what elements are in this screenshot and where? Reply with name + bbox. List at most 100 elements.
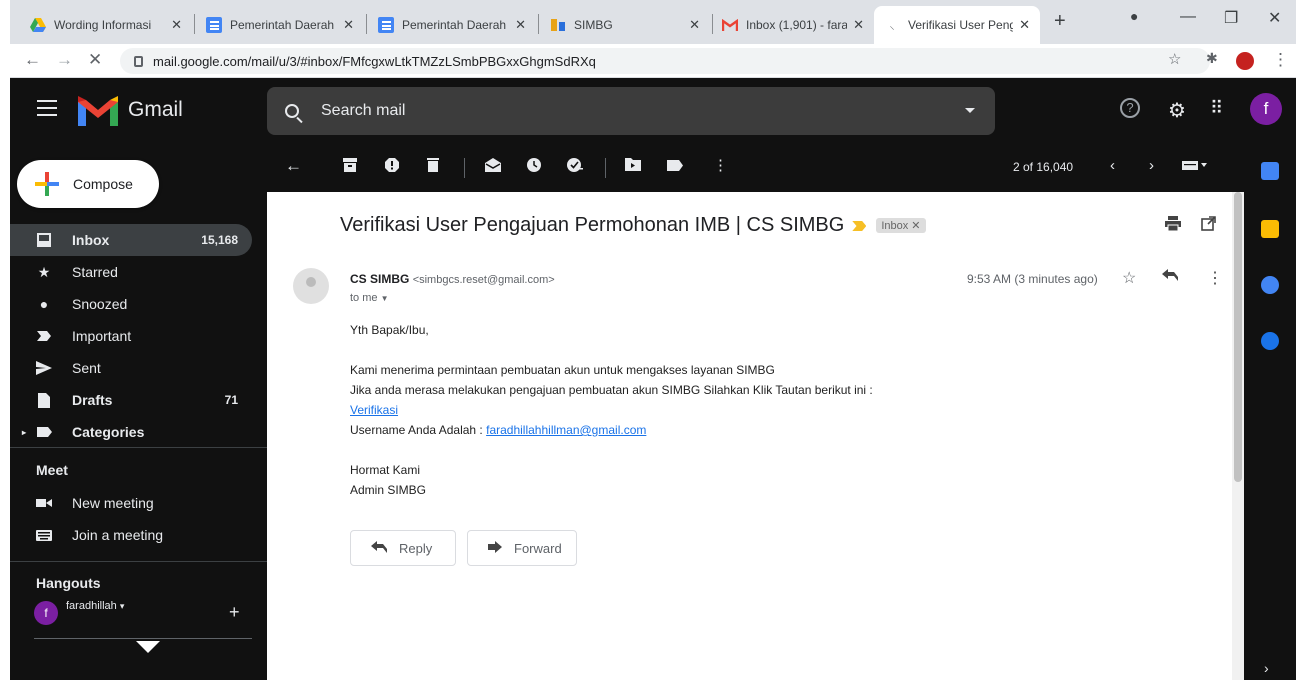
compose-label: Compose — [73, 176, 133, 192]
hangouts-tab-indicator-icon[interactable] — [136, 641, 160, 653]
close-icon[interactable]: ✕ — [171, 17, 182, 33]
search-icon[interactable] — [285, 104, 299, 118]
report-spam-icon[interactable] — [385, 158, 399, 176]
hangouts-heading: Hangouts — [36, 575, 101, 591]
tasks-icon[interactable] — [1261, 276, 1279, 294]
bookmark-star-icon[interactable]: ☆ — [1168, 50, 1181, 68]
browser-tab[interactable]: Wording Informasi ✕ — [20, 6, 192, 44]
forward-arrow-icon[interactable]: → — [56, 50, 73, 70]
reply-arrow-icon[interactable] — [1162, 268, 1178, 286]
search-options-icon[interactable] — [965, 108, 975, 113]
browser-tab[interactable]: SIMBG ✕ — [540, 6, 710, 44]
older-chevron-right-icon[interactable]: › — [1149, 157, 1154, 174]
message-scrollbar[interactable] — [1232, 192, 1244, 680]
apps-grid-icon[interactable]: ⠿ — [1210, 98, 1223, 119]
browser-tab[interactable]: Inbox (1,901) - fara ✕ — [712, 6, 874, 44]
label-icon — [36, 424, 52, 440]
important-marker-icon[interactable] — [852, 221, 867, 231]
labels-icon[interactable] — [667, 158, 683, 175]
expand-arrow-icon[interactable]: ▸ — [22, 428, 26, 437]
new-tab-button[interactable]: + — [1054, 10, 1066, 33]
search-input[interactable]: Search mail — [321, 102, 405, 120]
close-icon[interactable]: ✕ — [853, 17, 864, 33]
move-to-icon[interactable] — [625, 158, 641, 175]
profile-menu-icon[interactable]: ● — [1130, 8, 1138, 24]
compose-button[interactable]: Compose — [17, 160, 159, 208]
settings-gear-icon[interactable]: ⚙ — [1168, 98, 1186, 123]
address-toolbar: ← → ✕ mail.google.com/mail/u/3/#inbox/FM… — [10, 44, 1296, 78]
gmail-header: Gmail Search mail ? ⚙ ⠿ f — [10, 78, 1296, 144]
contacts-icon[interactable] — [1261, 332, 1279, 350]
archive-icon[interactable] — [343, 158, 357, 176]
sidebar-item-snoozed[interactable]: ● Snoozed — [10, 288, 252, 320]
delete-icon[interactable] — [427, 158, 439, 176]
sidebar-item-drafts[interactable]: Drafts 71 — [10, 384, 252, 416]
help-icon[interactable]: ? — [1120, 98, 1140, 118]
sidebar-item-categories[interactable]: ▸ Categories — [10, 416, 252, 448]
address-bar[interactable]: mail.google.com/mail/u/3/#inbox/FMfcgxwL… — [120, 48, 1210, 74]
hangouts-user-menu[interactable]: faradhillah ▾ — [66, 600, 124, 612]
sidebar-item-starred[interactable]: ★ Starred — [10, 256, 252, 288]
browser-window: Wording Informasi ✕ Pemerintah Daerah ✕ … — [10, 0, 1296, 680]
verification-link[interactable]: Verifikasi — [350, 403, 398, 417]
close-icon[interactable]: ✕ — [343, 17, 354, 33]
profile-avatar-icon[interactable] — [1236, 52, 1254, 70]
extensions-puzzle-icon[interactable]: ✱ — [1206, 50, 1218, 67]
subject-text: Verifikasi User Pengajuan Permohonan IMB… — [340, 214, 845, 236]
meet-heading: Meet — [36, 462, 68, 478]
sidebar-item-important[interactable]: Important — [10, 320, 252, 352]
close-icon[interactable]: ✕ — [1019, 17, 1030, 33]
browser-tab[interactable]: Pemerintah Daerah ✕ — [368, 6, 536, 44]
forward-button[interactable]: Forward — [467, 530, 577, 566]
reply-button[interactable]: Reply — [350, 530, 456, 566]
restore-button[interactable]: ❐ — [1224, 8, 1238, 28]
pager-count: 2 of 16,040 — [1013, 160, 1074, 174]
expand-panel-chevron-icon[interactable]: › — [1264, 660, 1269, 676]
main-menu-icon[interactable] — [37, 100, 57, 116]
keep-icon[interactable] — [1261, 220, 1279, 238]
browser-tab-active[interactable]: ⸜ Verifikasi User Peng ✕ — [874, 6, 1040, 44]
back-arrow-icon[interactable]: ← — [24, 50, 41, 70]
browser-tab[interactable]: Pemerintah Daerah ✕ — [196, 6, 364, 44]
open-new-window-icon[interactable] — [1201, 216, 1216, 236]
browser-menu-icon[interactable]: ⋮ — [1272, 50, 1289, 70]
compose-plus-icon — [35, 172, 59, 196]
stop-loading-icon[interactable]: ✕ — [88, 50, 102, 70]
back-to-inbox-icon[interactable]: ← — [285, 156, 302, 176]
recipient-details[interactable]: to me ▼ — [350, 292, 389, 304]
star-message-icon[interactable]: ☆ — [1122, 268, 1136, 288]
star-icon: ★ — [37, 263, 51, 280]
gmail-logo-icon[interactable] — [78, 96, 118, 131]
minimize-button[interactable]: — — [1180, 8, 1196, 26]
newer-chevron-left-icon[interactable]: ‹ — [1110, 157, 1115, 174]
sidebar-divider — [10, 561, 267, 562]
add-hangout-icon[interactable]: + — [229, 602, 240, 623]
close-icon[interactable]: ✕ — [689, 17, 700, 33]
close-icon[interactable]: ✕ — [515, 17, 526, 33]
sender-avatar[interactable] — [293, 268, 329, 304]
add-to-tasks-icon[interactable] — [567, 158, 583, 176]
account-avatar[interactable]: f — [1250, 93, 1282, 125]
input-tools-keyboard-icon[interactable] — [1182, 158, 1208, 175]
sidebar-item-inbox[interactable]: Inbox 15,168 — [10, 224, 252, 256]
calendar-icon[interactable] — [1261, 162, 1279, 180]
message-pane: Verifikasi User Pengajuan Permohonan IMB… — [267, 192, 1232, 680]
more-options-icon[interactable]: ⋮ — [713, 156, 728, 174]
username-email-link[interactable]: faradhillahhillman@gmail.com — [486, 423, 646, 437]
scrollbar-thumb[interactable] — [1234, 192, 1242, 482]
sidebar-item-sent[interactable]: Sent — [10, 352, 252, 384]
print-icon[interactable] — [1165, 216, 1181, 236]
toolbar-separator — [605, 158, 606, 178]
window-close-button[interactable]: ✕ — [1268, 8, 1281, 28]
message-more-icon[interactable]: ⋮ — [1207, 268, 1223, 288]
simbg-icon — [550, 17, 566, 33]
hangouts-avatar[interactable]: f — [34, 601, 58, 625]
join-meeting-item[interactable]: Join a meeting — [10, 519, 252, 551]
tab-title: Verifikasi User Peng — [908, 18, 1014, 32]
search-bar[interactable]: Search mail — [267, 87, 995, 135]
inbox-label-chip[interactable]: Inbox ✕ — [876, 218, 926, 234]
unread-count: 15,168 — [201, 233, 238, 247]
mark-unread-icon[interactable] — [485, 158, 501, 176]
new-meeting-item[interactable]: New meeting — [10, 487, 252, 519]
snooze-clock-icon[interactable] — [527, 158, 541, 176]
